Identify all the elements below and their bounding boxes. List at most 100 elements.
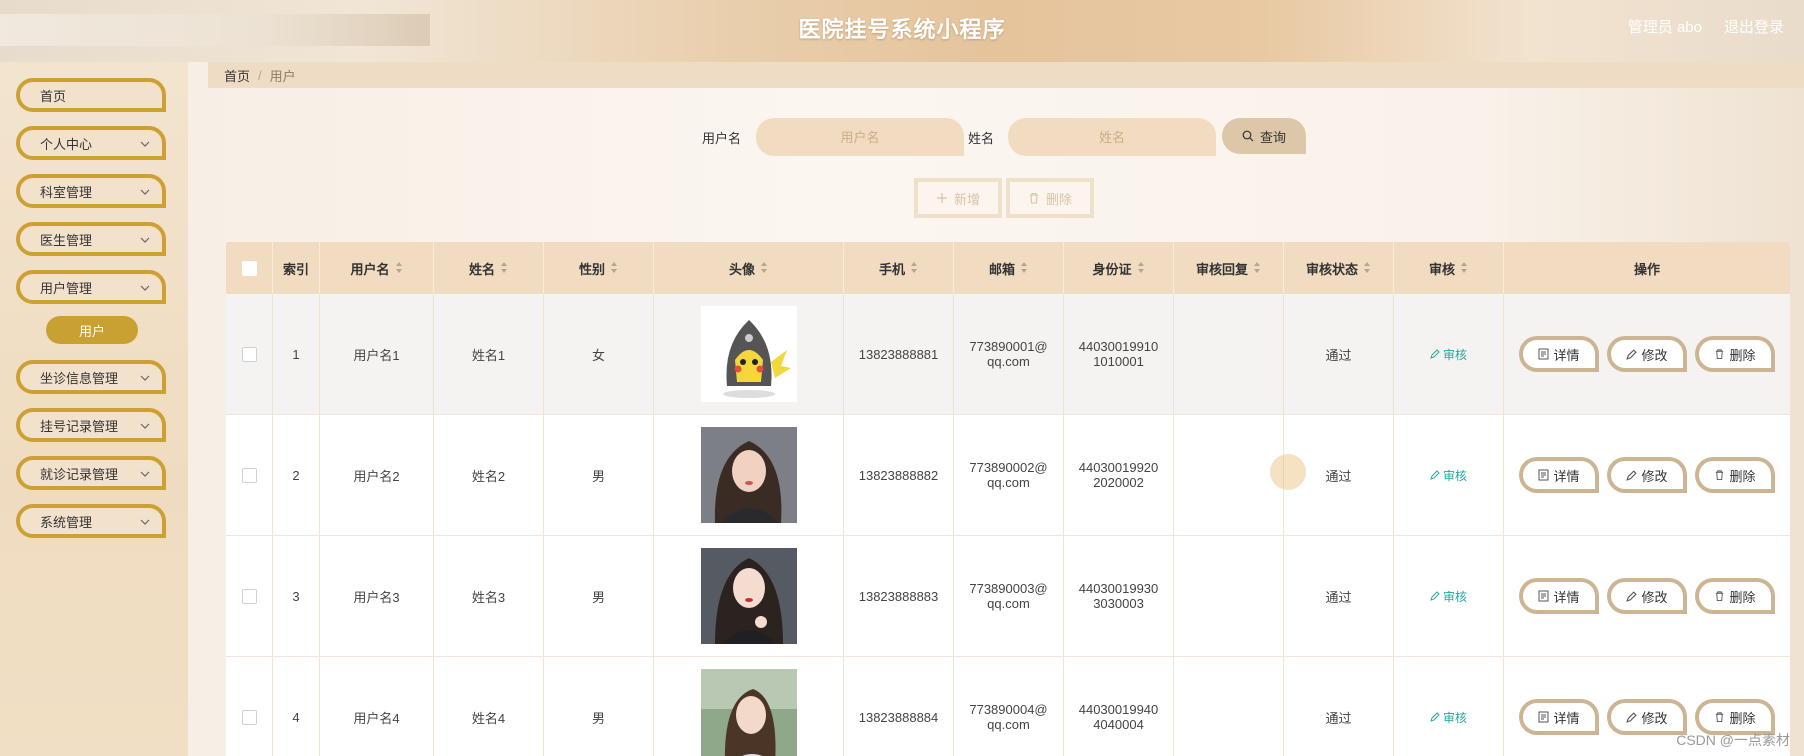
cell-email-line: qq.com [987, 596, 1030, 611]
row-checkbox[interactable] [241, 346, 257, 362]
sort-icon[interactable] [1364, 262, 1371, 274]
row-checkbox[interactable] [241, 709, 257, 725]
header-id-card[interactable]: 身份证 [1064, 242, 1174, 294]
batch-delete-button[interactable]: 删除 [1006, 178, 1094, 218]
audit-link[interactable]: 审核 [1430, 588, 1467, 605]
cell-gender: 男 [591, 468, 605, 484]
sidebar-item-profile[interactable]: 个人中心 [16, 126, 166, 160]
chevron-down-icon [140, 471, 150, 477]
sort-icon[interactable] [761, 262, 768, 274]
row-checkbox[interactable] [241, 588, 257, 604]
sidebar-item-registration[interactable]: 挂号记录管理 [16, 408, 166, 442]
name-label: 姓名 [968, 131, 995, 146]
header-label: 操作 [1633, 261, 1660, 277]
edit-button[interactable]: 修改 [1607, 699, 1687, 735]
header-label: 索引 [282, 261, 309, 277]
sort-icon[interactable] [395, 262, 403, 274]
chevron-down-icon [140, 141, 150, 147]
name-input[interactable] [1008, 118, 1216, 156]
table-row: 1 用户名1 姓名1 女 13823888881 773890001@ qq.com 4403… [226, 294, 1790, 415]
header-avatar[interactable]: 头像 [654, 242, 844, 294]
sidebar-item-system[interactable]: 系统管理 [16, 504, 166, 538]
table-cell: 审核 [1394, 415, 1504, 535]
header-gender[interactable]: 性别 [544, 242, 654, 294]
cell-phone: 13823888883 [858, 588, 939, 604]
sidebar-sub-user[interactable]: 用户 [46, 316, 138, 344]
header-actions: 管理员 abo 退出登录 [1628, 16, 1784, 37]
sort-icon[interactable] [1254, 262, 1261, 274]
sidebar-item-label: 系统管理 [40, 514, 93, 530]
cell-id-card: 44030019910 1010001 [1079, 339, 1159, 369]
cell-id-line: 44030019920 [1078, 460, 1159, 475]
detail-button[interactable]: 详情 [1519, 578, 1599, 614]
cell-email-line: qq.com [987, 475, 1030, 490]
detail-button[interactable]: 详情 [1519, 699, 1599, 735]
header-label: 身份证 [1092, 261, 1132, 277]
delete-button[interactable]: 删除 [1695, 457, 1775, 493]
sort-icon[interactable] [911, 262, 918, 274]
sort-icon[interactable] [1461, 262, 1468, 274]
header-name[interactable]: 姓名 [434, 242, 544, 294]
header-audit[interactable]: 审核 [1394, 242, 1504, 294]
audit-link[interactable]: 审核 [1430, 467, 1467, 484]
plus-icon [936, 193, 947, 203]
sort-icon[interactable] [1137, 262, 1145, 274]
sidebar-item-home[interactable]: 首页 [16, 78, 166, 112]
row-checkbox[interactable] [241, 467, 257, 483]
cell-email: 773890002@ qq.com [969, 460, 1047, 490]
document-icon [1538, 711, 1549, 723]
cell-email-line: 773890002@ [969, 460, 1048, 475]
delete-button[interactable]: 删除 [1695, 578, 1775, 614]
table-cell [226, 294, 273, 414]
select-all-checkbox[interactable] [241, 260, 257, 276]
audit-link[interactable]: 审核 [1430, 709, 1467, 726]
sort-icon[interactable] [1021, 262, 1028, 274]
breadcrumb-separator: / [258, 67, 262, 83]
sidebar-item-department[interactable]: 科室管理 [16, 174, 166, 208]
cell-id-line: 1010001 [1093, 354, 1144, 369]
table-cell: 通过 [1284, 536, 1394, 656]
header-audit-reply[interactable]: 审核回复 [1174, 242, 1284, 294]
sidebar-item-doctor[interactable]: 医生管理 [16, 222, 166, 256]
trash-icon [1029, 192, 1038, 204]
table-cell: 通过 [1284, 657, 1394, 756]
breadcrumb-home[interactable]: 首页 [224, 66, 250, 85]
header-phone[interactable]: 手机 [844, 242, 954, 294]
username-input[interactable] [756, 118, 964, 156]
edit-button[interactable]: 修改 [1607, 578, 1687, 614]
sidebar: 首页 个人中心 科室管理 医生管理 用户管理 用户 坐诊信息管理 挂号记录管理 … [0, 62, 188, 756]
header-label: 手机 [878, 261, 905, 277]
sidebar-item-user-management[interactable]: 用户管理 [16, 270, 166, 304]
edit-button[interactable]: 修改 [1607, 457, 1687, 493]
sidebar-item-schedule[interactable]: 坐诊信息管理 [16, 360, 166, 394]
header-username[interactable]: 用户名 [320, 242, 434, 294]
chevron-down-icon [140, 423, 150, 429]
audit-label: 审核 [1442, 589, 1467, 604]
edit-button[interactable]: 修改 [1607, 336, 1687, 372]
query-button[interactable]: 查询 [1222, 118, 1306, 154]
header-email[interactable]: 邮箱 [954, 242, 1064, 294]
detail-button[interactable]: 详情 [1519, 336, 1599, 372]
cell-name: 姓名3 [471, 589, 506, 605]
audit-link[interactable]: 审核 [1430, 346, 1467, 363]
detail-button[interactable]: 详情 [1519, 457, 1599, 493]
add-button[interactable]: 新增 [914, 178, 1002, 218]
logout-button[interactable]: 退出登录 [1724, 16, 1784, 37]
cell-username: 用户名2 [353, 468, 400, 484]
edit-label: 修改 [1641, 589, 1668, 605]
delete-button[interactable]: 删除 [1695, 336, 1775, 372]
admin-label[interactable]: 管理员 abo [1628, 16, 1702, 37]
sort-icon[interactable] [611, 262, 618, 274]
header-select-all[interactable] [226, 242, 273, 294]
table-cell [1174, 415, 1284, 535]
sort-icon[interactable] [501, 262, 508, 274]
audit-label: 审核 [1442, 710, 1467, 725]
cell-username: 用户名3 [353, 589, 400, 605]
header-label: 审核 [1428, 261, 1455, 277]
sidebar-item-visit[interactable]: 就诊记录管理 [16, 456, 166, 490]
cell-username: 用户名1 [353, 347, 400, 363]
header-audit-status[interactable]: 审核状态 [1284, 242, 1394, 294]
cell-audit-status: 通过 [1325, 710, 1352, 726]
table-row: 3 用户名3 姓名3 男 13823888883 773890003@ qq.com 4403… [226, 536, 1790, 657]
sidebar-item-label: 用户管理 [40, 280, 93, 296]
